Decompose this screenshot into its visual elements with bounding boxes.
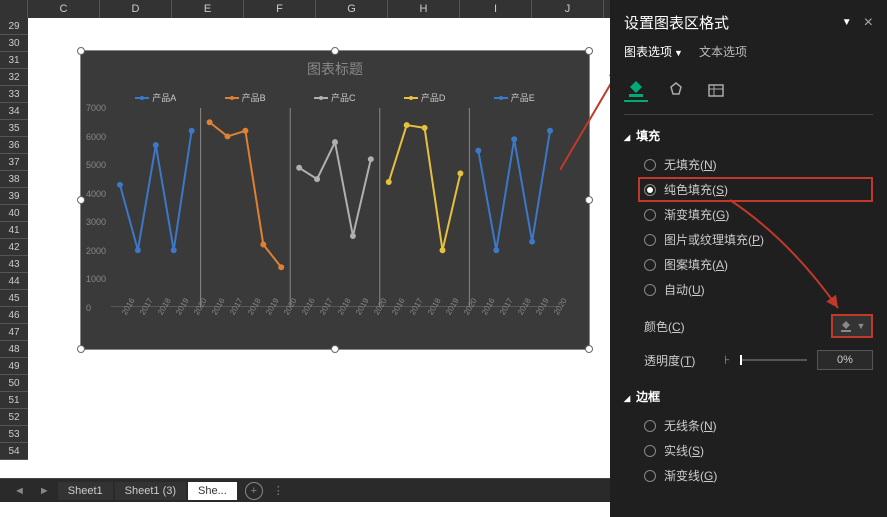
x-axis: 2016201720182019202020162017201820192020… [111, 308, 559, 336]
fill-section-header[interactable]: 填充 [624, 127, 873, 144]
legend-item[interactable]: 产品B [225, 91, 266, 104]
radio-picture-fill[interactable]: 图片或纹理填充(P) [644, 227, 873, 252]
row-header[interactable]: 35 [0, 120, 28, 137]
icon-tabs [624, 72, 873, 115]
fill-color-button[interactable]: ▼ [831, 314, 873, 338]
row-header[interactable]: 44 [0, 273, 28, 290]
row-headers: 2930313233343536373839404142434445464748… [0, 18, 28, 460]
size-properties-icon[interactable] [704, 78, 728, 102]
sheet-tab[interactable]: She... [188, 482, 237, 500]
row-header[interactable]: 34 [0, 103, 28, 120]
format-panel: 设置图表区格式 ▼ × 图表选项▼ 文本选项 填充 无填充(N) 纯色填充(S)… [610, 0, 887, 517]
col-header[interactable]: C [28, 0, 100, 18]
col-header[interactable]: F [244, 0, 316, 18]
col-header[interactable]: J [532, 0, 604, 18]
add-sheet-button[interactable]: + [245, 482, 263, 500]
row-header[interactable]: 41 [0, 222, 28, 239]
row-header[interactable]: 42 [0, 239, 28, 256]
row-header[interactable]: 39 [0, 188, 28, 205]
radio-no-line[interactable]: 无线条(N) [644, 413, 873, 438]
fill-color-row: 颜色(C) ▼ [644, 314, 873, 338]
legend-item[interactable]: 产品D [404, 91, 446, 104]
tab-menu-icon[interactable]: ⋮ [273, 484, 284, 497]
row-header[interactable]: 46 [0, 307, 28, 324]
paint-bucket-icon [839, 319, 853, 333]
radio-gradient-fill[interactable]: 渐变填充(G) [644, 202, 873, 227]
spreadsheet-area: C D E F G H I J 293031323334353637383940… [0, 0, 610, 517]
chart-legend[interactable]: 产品A 产品B 产品C 产品D 产品E [81, 87, 589, 108]
radio-auto-fill[interactable]: 自动(U) [644, 277, 873, 302]
row-header[interactable]: 45 [0, 290, 28, 307]
row-header[interactable]: 32 [0, 69, 28, 86]
row-header[interactable]: 30 [0, 35, 28, 52]
row-header[interactable]: 52 [0, 409, 28, 426]
row-header[interactable]: 33 [0, 86, 28, 103]
sheet-tab[interactable]: Sheet1 [58, 482, 113, 500]
fill-line-icon[interactable] [624, 78, 648, 102]
option-tabs: 图表选项▼ 文本选项 [624, 43, 873, 60]
transparency-row: 透明度(T) ⊦ 0% [644, 350, 873, 370]
panel-dropdown-icon[interactable]: ▼ [842, 17, 852, 28]
transparency-value[interactable]: 0% [817, 350, 873, 370]
sheet-tabs-bar: ◄ ► Sheet1 Sheet1 (3) She... + ⋮ [0, 478, 610, 502]
radio-no-fill[interactable]: 无填充(N) [644, 152, 873, 177]
tab-chart-options[interactable]: 图表选项▼ [624, 43, 683, 60]
row-header[interactable]: 49 [0, 358, 28, 375]
row-header[interactable]: 53 [0, 426, 28, 443]
chart-title[interactable]: 图表标题 [81, 51, 589, 87]
row-header[interactable]: 54 [0, 443, 28, 460]
embedded-chart[interactable]: 图表标题 产品A 产品B 产品C 产品D 产品E 0100020003000400050… [80, 50, 590, 350]
chart-plot-area[interactable]: 01000200030004000500060007000 2016201720… [111, 108, 559, 308]
row-header[interactable]: 36 [0, 137, 28, 154]
sheet-tab[interactable]: Sheet1 (3) [115, 482, 186, 500]
tab-nav-next-icon[interactable]: ► [33, 485, 56, 497]
effects-icon[interactable] [664, 78, 688, 102]
column-headers: C D E F G H I J [0, 0, 610, 18]
legend-item[interactable]: 产品E [494, 91, 535, 104]
panel-title: 设置图表区格式 ▼ × [624, 12, 873, 33]
col-header[interactable]: I [460, 0, 532, 18]
row-header[interactable]: 50 [0, 375, 28, 392]
row-header[interactable]: 47 [0, 324, 28, 341]
row-header[interactable]: 40 [0, 205, 28, 222]
row-header[interactable]: 51 [0, 392, 28, 409]
row-header[interactable]: 29 [0, 18, 28, 35]
radio-pattern-fill[interactable]: 图案填充(A) [644, 252, 873, 277]
row-header[interactable]: 38 [0, 171, 28, 188]
close-panel-icon[interactable]: × [864, 14, 873, 32]
row-header[interactable]: 43 [0, 256, 28, 273]
row-header[interactable]: 37 [0, 154, 28, 171]
tab-nav-prev-icon[interactable]: ◄ [8, 485, 31, 497]
radio-solid-line[interactable]: 实线(S) [644, 438, 873, 463]
legend-item[interactable]: 产品C [314, 91, 356, 104]
border-section: 边框 无线条(N) 实线(S) 渐变线(G) [624, 388, 873, 496]
transparency-slider[interactable] [740, 359, 807, 361]
legend-item[interactable]: 产品A [135, 91, 176, 104]
col-header[interactable]: H [388, 0, 460, 18]
row-header[interactable]: 31 [0, 52, 28, 69]
col-header[interactable]: D [100, 0, 172, 18]
radio-solid-fill[interactable]: 纯色填充(S) [638, 177, 873, 202]
tab-text-options[interactable]: 文本选项 [699, 43, 747, 60]
radio-gradient-line[interactable]: 渐变线(G) [644, 463, 873, 488]
fill-section: 填充 无填充(N) 纯色填充(S) 渐变填充(G) 图片或纹理填充(P) 图案填… [624, 127, 873, 376]
col-header[interactable]: G [316, 0, 388, 18]
col-header[interactable]: E [172, 0, 244, 18]
row-header[interactable]: 48 [0, 341, 28, 358]
border-section-header[interactable]: 边框 [624, 388, 873, 405]
cell-grid[interactable]: 图表标题 产品A 产品B 产品C 产品D 产品E 0100020003000400050… [28, 18, 610, 478]
